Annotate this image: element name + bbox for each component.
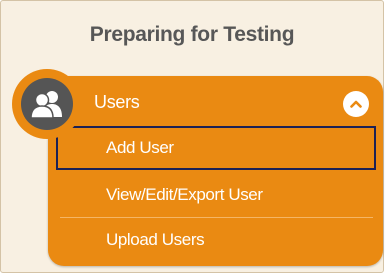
menu-item-add-user[interactable]: Add User	[56, 126, 376, 170]
preparing-for-testing-panel: Preparing for Testing Users Add User Vie…	[0, 0, 384, 273]
chevron-up-icon	[350, 100, 362, 108]
users-menu-header-label: Users	[94, 92, 140, 112]
collapse-toggle-button[interactable]	[343, 91, 369, 117]
users-menu-header[interactable]: Users	[48, 76, 383, 128]
menu-item-label: View/Edit/Export User	[106, 185, 263, 204]
users-badge	[12, 69, 82, 139]
users-badge-inner	[21, 78, 73, 130]
menu-item-label: Add User	[106, 138, 174, 157]
menu-item-label: Upload Users	[106, 230, 205, 249]
menu-item-view-edit-export-user[interactable]: View/Edit/Export User	[58, 173, 371, 217]
panel-title: Preparing for Testing	[89, 23, 295, 46]
menu-item-upload-users[interactable]: Upload Users	[58, 218, 371, 262]
users-icon	[30, 91, 62, 119]
users-menu: Users Add User View/Edit/Export User Upl…	[48, 76, 383, 266]
